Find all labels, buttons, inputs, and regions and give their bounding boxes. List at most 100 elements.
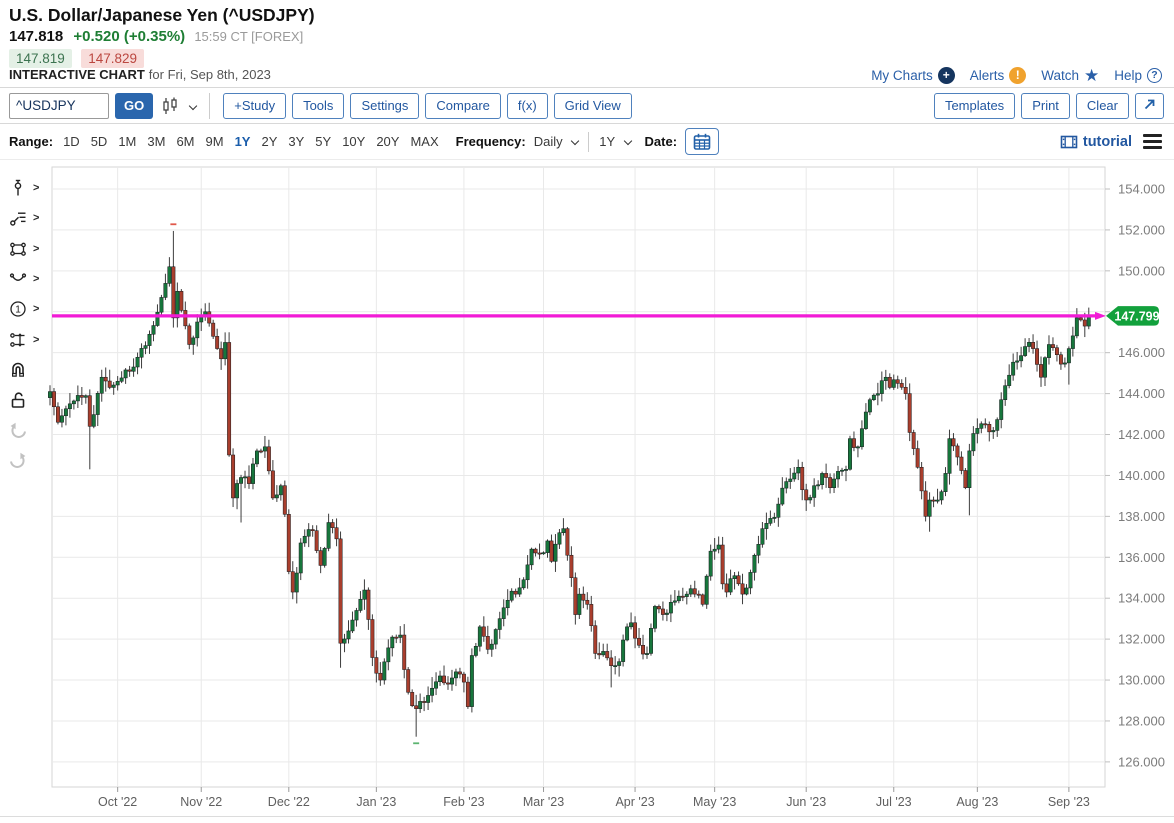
- undo-button[interactable]: [7, 415, 53, 445]
- frequency-dropdown[interactable]: Daily: [534, 134, 579, 149]
- measure-tool[interactable]: >: [7, 324, 53, 354]
- svg-text:Jun '23: Jun '23: [786, 795, 826, 809]
- trendline-tool[interactable]: >: [7, 203, 53, 233]
- range-option-1d[interactable]: 1D: [63, 134, 80, 149]
- svg-text:146.000: 146.000: [1118, 345, 1165, 360]
- svg-text:128.000: 128.000: [1118, 713, 1165, 728]
- date-label: Date:: [645, 134, 678, 149]
- toolbar-button-clear[interactable]: Clear: [1076, 93, 1129, 119]
- range-bar-right: tutorial: [1060, 134, 1162, 150]
- toolbar-button-tools[interactable]: Tools: [292, 93, 344, 119]
- symbol-input[interactable]: [9, 93, 109, 119]
- range-option-5y[interactable]: 5Y: [315, 134, 331, 149]
- svg-text:Feb '23: Feb '23: [443, 795, 484, 809]
- range-option-10y[interactable]: 10Y: [342, 134, 365, 149]
- price-change: +0.520 (+0.35%): [73, 28, 185, 45]
- toolbar-button-templates[interactable]: Templates: [934, 93, 1015, 119]
- expand-chart-button[interactable]: [1135, 93, 1164, 119]
- svg-text:130.000: 130.000: [1118, 673, 1165, 688]
- range-option-3y[interactable]: 3Y: [288, 134, 304, 149]
- chevron-right-icon: >: [33, 182, 39, 194]
- svg-text:142.000: 142.000: [1118, 427, 1165, 442]
- unlock-tool[interactable]: [7, 385, 53, 415]
- frequency-label: Frequency:: [456, 134, 526, 149]
- svg-text:Jan '23: Jan '23: [356, 795, 396, 809]
- chart-canvas[interactable]: 154.000152.000150.000146.000144.000142.0…: [0, 160, 1174, 820]
- interactive-chart-label: INTERACTIVE CHART: [9, 67, 145, 82]
- range-bar-divider: [588, 132, 589, 152]
- svg-text:Sep '23: Sep '23: [1048, 795, 1090, 809]
- range-option-20y[interactable]: 20Y: [376, 134, 399, 149]
- help-circle-icon: ?: [1147, 68, 1162, 83]
- svg-text:May '23: May '23: [693, 795, 736, 809]
- quote-time: 15:59 CT [FOREX]: [194, 29, 303, 44]
- chevron-right-icon: >: [33, 334, 39, 346]
- chart-region: > > > > 1 >: [0, 160, 1174, 820]
- plus-circle-icon: +: [938, 67, 955, 84]
- go-button[interactable]: GO: [115, 93, 153, 119]
- range-option-1m[interactable]: 1M: [118, 134, 136, 149]
- toolbar-button-study[interactable]: +Study: [223, 93, 286, 119]
- range-option-max[interactable]: MAX: [410, 134, 438, 149]
- svg-text:134.000: 134.000: [1118, 591, 1165, 606]
- chart-type-selector[interactable]: [161, 97, 196, 115]
- range-option-3m[interactable]: 3M: [147, 134, 165, 149]
- crosshair-tool[interactable]: >: [7, 173, 53, 203]
- star-icon: ★: [1084, 67, 1099, 84]
- range-option-5d[interactable]: 5D: [91, 134, 108, 149]
- toolbar-right-buttons: TemplatesPrintClear: [934, 93, 1129, 119]
- toolbar-buttons: +StudyToolsSettingsCompare f(x)Grid View: [223, 93, 632, 119]
- quote-line: 147.818 +0.520 (+0.35%) 15:59 CT [FOREX]: [9, 28, 1174, 45]
- svg-text:Nov '22: Nov '22: [180, 795, 222, 809]
- range-options: 1D 5D 1M 3M 6M 9M 1Y 2Y 3Y 5Y 10Y 20Y MAX: [63, 134, 450, 149]
- toolbar-button-settings[interactable]: Settings: [350, 93, 419, 119]
- toolbar-button-print[interactable]: Print: [1021, 93, 1070, 119]
- watch-link[interactable]: Watch ★: [1041, 67, 1099, 84]
- chevron-down-icon: [189, 101, 197, 109]
- alert-circle-icon: !: [1009, 67, 1026, 84]
- calendar-button[interactable]: [685, 128, 719, 155]
- arrow-up-right-icon: [1143, 98, 1156, 111]
- svg-text:126.000: 126.000: [1118, 754, 1165, 769]
- film-icon: [1060, 134, 1078, 150]
- help-link[interactable]: Help ?: [1114, 68, 1162, 83]
- svg-text:Dec '22: Dec '22: [268, 795, 310, 809]
- arc-tool[interactable]: >: [7, 264, 53, 294]
- chevron-right-icon: >: [33, 212, 39, 224]
- range-option-1y[interactable]: 1Y: [235, 134, 251, 149]
- svg-text:Oct '22: Oct '22: [98, 795, 137, 809]
- range-option-9m[interactable]: 9M: [206, 134, 224, 149]
- svg-text:136.000: 136.000: [1118, 550, 1165, 565]
- svg-text:138.000: 138.000: [1118, 509, 1165, 524]
- chart-toolbar: GO +StudyToolsSettingsCompare f(x)Grid Vi…: [0, 88, 1174, 124]
- svg-text:152.000: 152.000: [1118, 222, 1165, 237]
- shapes-tool[interactable]: >: [7, 234, 53, 264]
- header-links: My Charts + Alerts ! Watch ★ Help ?: [871, 67, 1162, 84]
- period-dropdown[interactable]: 1Y: [599, 134, 630, 149]
- page-title: U.S. Dollar/Japanese Yen (^USDJPY): [9, 5, 1174, 26]
- chevron-down-icon: [571, 137, 579, 145]
- toolbar-button-f-x[interactable]: f(x): [507, 93, 548, 119]
- toolbar-button-grid-view[interactable]: Grid View: [554, 93, 632, 119]
- redo-button[interactable]: [7, 446, 53, 476]
- toolbar-right: TemplatesPrintClear: [934, 93, 1164, 119]
- svg-text:Mar '23: Mar '23: [523, 795, 564, 809]
- quote-header: U.S. Dollar/Japanese Yen (^USDJPY) 147.8…: [0, 0, 1174, 63]
- svg-text:132.000: 132.000: [1118, 632, 1165, 647]
- number-annotation-tool[interactable]: 1 >: [7, 294, 53, 324]
- magnet-tool[interactable]: [7, 355, 53, 385]
- tutorial-link[interactable]: tutorial: [1060, 134, 1132, 150]
- range-option-6m[interactable]: 6M: [176, 134, 194, 149]
- hamburger-icon[interactable]: [1143, 134, 1162, 149]
- svg-text:Aug '23: Aug '23: [956, 795, 998, 809]
- my-charts-link[interactable]: My Charts +: [871, 67, 955, 84]
- calendar-icon: [692, 132, 712, 152]
- chart-date-text: for Fri, Sep 8th, 2023: [149, 67, 271, 82]
- interactive-chart-caption: INTERACTIVE CHART for Fri, Sep 8th, 2023: [9, 66, 271, 84]
- chevron-right-icon: >: [33, 243, 39, 255]
- chevron-down-icon: [623, 137, 631, 145]
- alerts-link[interactable]: Alerts !: [970, 67, 1027, 84]
- svg-text:Apr '23: Apr '23: [615, 795, 654, 809]
- range-option-2y[interactable]: 2Y: [261, 134, 277, 149]
- toolbar-button-compare[interactable]: Compare: [425, 93, 500, 119]
